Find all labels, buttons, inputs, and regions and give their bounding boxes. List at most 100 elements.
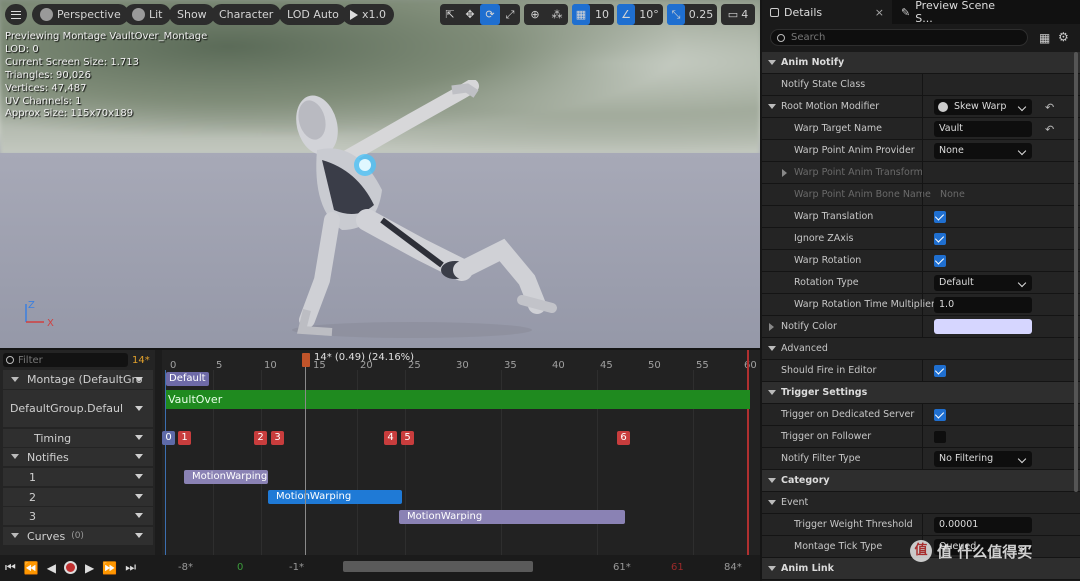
working-range-start[interactable]: 0 [237, 562, 243, 573]
notify-color-swatch[interactable] [934, 319, 1032, 334]
timing-marker[interactable]: 6 [617, 431, 630, 445]
view-range-end[interactable]: 84* [724, 562, 742, 573]
viewport-menu-button[interactable] [5, 4, 27, 25]
angle-snap-toggle[interactable]: ∠ [617, 4, 635, 25]
search-placeholder: Search [791, 32, 826, 43]
notify-filter-select[interactable]: No Filtering [934, 450, 1032, 467]
root-motion-value: Skew Warp [954, 100, 1007, 112]
grid-snap-value[interactable]: 10 [590, 4, 614, 25]
notify-state-motion-warping[interactable]: MotionWarping [399, 510, 625, 524]
trigger-weight-input[interactable]: 0.00001 [934, 516, 1032, 533]
tab-preview-scene[interactable]: ✎ Preview Scene S... [893, 0, 1013, 25]
warp-rotation-mult-input[interactable]: 1.0 [934, 296, 1032, 313]
playhead-label: 14* (0.49) (24.16%) [314, 352, 415, 363]
playhead-handle[interactable] [302, 353, 310, 367]
skip-to-end-icon[interactable]: ⏭ [125, 560, 136, 575]
table-view-icon[interactable]: ▦ [1039, 31, 1050, 45]
property-ignore-zaxis: Ignore ZAxis [762, 228, 1080, 250]
timing-row[interactable]: Timing [3, 429, 153, 447]
curves-row[interactable]: Curves (0) [3, 527, 153, 545]
timing-marker[interactable]: 4 [384, 431, 397, 445]
warp-rotation-checkbox[interactable] [934, 254, 946, 267]
notify-state-motion-warping[interactable]: MotionWarping [184, 470, 268, 484]
reset-icon[interactable]: ↶ [1045, 123, 1054, 136]
warp-point-provider-select[interactable]: None [934, 142, 1032, 159]
notify-track-3[interactable]: 3 [3, 507, 153, 525]
translate-tool-button[interactable]: ✥ [460, 4, 480, 25]
category-trigger-settings[interactable]: Trigger Settings [762, 382, 1080, 404]
timing-marker[interactable]: 3 [271, 431, 284, 445]
view-range-start[interactable]: -8* [178, 562, 193, 573]
notify-track-1[interactable]: 1 [3, 468, 153, 486]
details-scrollbar[interactable] [1074, 52, 1078, 492]
mannequin-character[interactable] [262, 80, 562, 340]
reset-icon[interactable]: ↶ [1045, 101, 1054, 114]
rotate-tool-button[interactable]: ⟳ [480, 4, 500, 25]
timing-marker[interactable]: 0 [162, 431, 175, 445]
timing-marker[interactable]: 5 [401, 431, 414, 445]
timeline-scrollbar[interactable] [343, 561, 533, 572]
cursor-icon: ⇱ [445, 8, 455, 21]
scale-tool-button[interactable]: ⤢ [500, 4, 520, 25]
camera-speed[interactable]: ▭ 4 [721, 4, 755, 25]
rotation-type-value: Default [939, 276, 974, 288]
montage-row[interactable]: Montage (DefaultGro [3, 370, 153, 389]
play-reverse-icon[interactable]: ◀ [47, 561, 56, 575]
group-advanced[interactable]: Advanced [762, 338, 1080, 360]
notifies-row[interactable]: Notifies [3, 448, 153, 466]
play-icon [350, 9, 358, 20]
record-icon[interactable] [64, 561, 77, 574]
timing-marker[interactable]: 1 [178, 431, 191, 445]
group-event[interactable]: Event [762, 492, 1080, 514]
scale-snap-toggle[interactable]: ⤡ [667, 4, 685, 25]
timing-marker[interactable]: 2 [254, 431, 267, 445]
working-range-end[interactable]: 61 [671, 562, 684, 573]
step-forward-icon[interactable]: ⏩ [102, 561, 117, 575]
notify-track-2[interactable]: 2 [3, 488, 153, 506]
warp-target-name-input[interactable]: Vault [934, 120, 1032, 137]
details-panel: Details × ✎ Preview Scene S... Search ▦ … [762, 0, 1080, 581]
category-category[interactable]: Category [762, 470, 1080, 492]
notify-state-motion-warping[interactable]: MotionWarping [268, 490, 402, 504]
warp-translation-checkbox[interactable] [934, 210, 946, 223]
show-button[interactable]: Show [169, 4, 215, 25]
filter-input[interactable]: Filter [3, 353, 128, 367]
trigger-dedicated-checkbox[interactable] [934, 408, 946, 421]
tick-label: 35 [504, 360, 517, 371]
surface-snap-button[interactable]: ⁂ [546, 4, 568, 25]
preview-viewport[interactable]: Perspective Lit Show Character LOD Auto … [0, 0, 760, 348]
category-anim-notify[interactable]: Anim Notify [762, 52, 1080, 74]
montage-section[interactable]: VaultOver [166, 390, 750, 409]
grid-snap-toggle[interactable]: ▦ [572, 4, 590, 25]
trigger-follower-checkbox[interactable] [934, 430, 946, 443]
rotation-type-select[interactable]: Default [934, 274, 1032, 291]
playback-start[interactable]: -1* [289, 562, 304, 573]
collapse-arrow-icon[interactable] [768, 104, 776, 109]
timeline-track-area[interactable]: 0 5 10 15 20 25 30 35 40 45 50 55 60 Def… [162, 350, 760, 581]
lod-button[interactable]: LOD Auto [279, 4, 347, 25]
details-search-input[interactable]: Search [770, 29, 1028, 46]
step-back-icon[interactable]: ⏪ [24, 561, 39, 575]
scale-snap-value[interactable]: 0.25 [685, 4, 717, 25]
close-icon[interactable]: × [875, 6, 884, 19]
root-motion-modifier-select[interactable]: Skew Warp [934, 98, 1032, 115]
character-button[interactable]: Character [211, 4, 282, 25]
play-speed-button[interactable]: x1.0 [342, 4, 395, 25]
fire-in-editor-checkbox[interactable] [934, 364, 946, 377]
stats-line: LOD: 0 [5, 43, 39, 55]
world-local-button[interactable]: ⊕ [524, 4, 546, 25]
expand-arrow-icon[interactable] [769, 323, 774, 331]
skip-to-start-icon[interactable]: ⏮ [5, 560, 16, 575]
lit-button[interactable]: Lit [124, 4, 171, 25]
playback-end[interactable]: 61* [613, 562, 631, 573]
move-icon: ✥ [465, 8, 475, 21]
play-forward-icon[interactable]: ▶ [85, 561, 94, 575]
perspective-button[interactable]: Perspective [32, 4, 129, 25]
select-tool-button[interactable]: ⇱ [440, 4, 460, 25]
slot-default[interactable]: Default [166, 372, 209, 386]
slot-group-row[interactable]: DefaultGroup.Defaul [3, 390, 153, 427]
angle-snap-value[interactable]: 10° [635, 4, 663, 25]
tab-details[interactable]: Details × [762, 0, 892, 24]
settings-gear-icon[interactable]: ⚙ [1058, 30, 1069, 44]
ignore-zaxis-checkbox[interactable] [934, 232, 946, 245]
